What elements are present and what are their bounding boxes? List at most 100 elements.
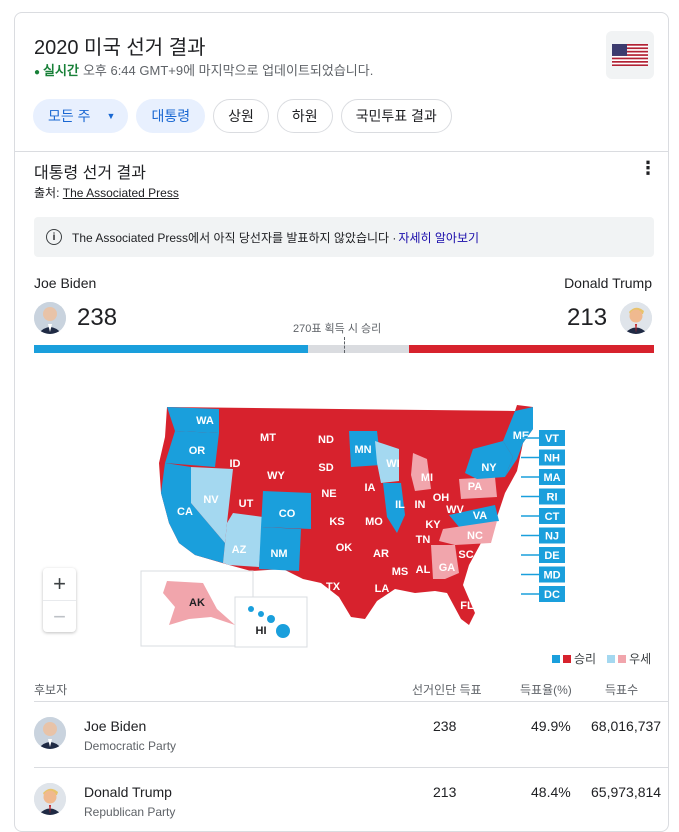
- source-link[interactable]: The Associated Press: [63, 186, 179, 200]
- info-icon: i: [46, 229, 62, 245]
- svg-text:CT: CT: [545, 511, 560, 523]
- small-state-md[interactable]: MD: [521, 566, 565, 583]
- state-label-az: AZ: [232, 544, 247, 556]
- chip-all-states[interactable]: 모든 주 ▼: [33, 99, 129, 133]
- zoom-controls: + −: [43, 568, 76, 632]
- state-label-nm: NM: [270, 548, 287, 560]
- us-election-map[interactable]: WA OR CA CO NM MN IL NY VA MT ID WY UT ND SD NE KS OK TX IA…: [125, 393, 570, 648]
- section-title: 대통령 선거 결과: [34, 165, 146, 182]
- state-label-ga: GA: [439, 562, 456, 574]
- trump-row-electoral: 213: [433, 784, 457, 800]
- legend-dem-won-swatch: [552, 654, 560, 663]
- state-label-co: CO: [279, 508, 296, 520]
- chip-ballot-measures[interactable]: 국민투표 결과: [340, 99, 452, 133]
- trump-row-name: Donald Trump: [84, 784, 172, 800]
- state-label-ok: OK: [336, 542, 353, 554]
- state-label-in: IN: [415, 499, 426, 511]
- election-card: 2020 미국 선거 결과 ● 실시간 오후 6:44 GMT+9에 마지막으로 업…: [14, 12, 669, 832]
- us-flag-icon[interactable]: [606, 31, 654, 79]
- biden-popular-pct: 49.9%: [531, 718, 571, 734]
- state-label-nv: NV: [203, 494, 219, 506]
- small-state-nh[interactable]: NH: [521, 449, 565, 466]
- state-label-ca: CA: [177, 506, 193, 518]
- svg-text:DC: DC: [544, 589, 560, 601]
- state-label-ky: KY: [425, 519, 441, 531]
- state-label-mi: MI: [421, 472, 433, 484]
- filter-chips: 모든 주 ▼ 대통령 상원 하원 국민투표 결과: [33, 99, 452, 133]
- table-divider: [34, 701, 668, 702]
- trump-popular-votes: 65,973,814: [591, 784, 662, 800]
- state-label-il: IL: [395, 499, 405, 511]
- dropdown-arrow-icon: ▼: [106, 111, 116, 121]
- chip-house[interactable]: 하원: [276, 99, 333, 133]
- state-label-ms: MS: [392, 566, 409, 578]
- svg-text:RI: RI: [547, 492, 558, 504]
- trump-row-avatar: [34, 783, 66, 815]
- divider: [15, 151, 668, 152]
- small-state-ct[interactable]: CT: [521, 508, 565, 524]
- threshold-text: 270표 획득 시 승리: [293, 323, 382, 335]
- legend-dem-lead-swatch: [607, 654, 616, 663]
- source-line: 출처: The Associated Press: [34, 184, 179, 201]
- biden-row-electoral: 238: [433, 718, 457, 734]
- learn-more-link[interactable]: 자세히 알아보기: [398, 229, 479, 246]
- state-label-va: VA: [473, 510, 488, 522]
- small-state-de[interactable]: DE: [521, 547, 565, 563]
- source-label: 출처:: [34, 186, 60, 200]
- state-label-la: LA: [375, 583, 390, 595]
- electoral-progress-bar: [34, 337, 654, 353]
- live-status: ● 실시간 오후 6:44 GMT+9에 마지막으로 업데이트되었습니다.: [34, 60, 373, 79]
- trump-avatar: [620, 302, 652, 334]
- state-label-wv: WV: [446, 504, 464, 516]
- svg-text:VT: VT: [545, 433, 559, 445]
- header-pct: 득표율(%): [520, 683, 572, 697]
- state-label-or: OR: [189, 445, 206, 457]
- chip-senate[interactable]: 상원: [213, 99, 269, 133]
- biden-avatar: [34, 302, 66, 334]
- chip-all-states-label: 모든 주: [48, 108, 91, 124]
- more-options-icon[interactable]: ⋮: [639, 159, 657, 177]
- state-label-id: ID: [230, 458, 241, 470]
- state-label-nd: ND: [318, 434, 334, 446]
- state-label-ne: NE: [321, 488, 336, 500]
- svg-text:DE: DE: [544, 550, 559, 562]
- state-label-oh: OH: [433, 492, 450, 504]
- header-candidate: 후보자: [34, 683, 68, 697]
- small-state-nj[interactable]: NJ: [521, 527, 565, 544]
- state-label-ut: UT: [239, 498, 254, 510]
- state-label-ny: NY: [481, 462, 497, 474]
- zoom-in-button[interactable]: +: [43, 568, 76, 600]
- trump-electoral-count: 213: [567, 304, 608, 331]
- small-state-ma[interactable]: MA: [521, 469, 565, 485]
- state-label-ks: KS: [329, 516, 344, 528]
- state-label-ak: AK: [189, 597, 205, 609]
- zoom-out-button[interactable]: −: [43, 600, 76, 633]
- small-state-ri[interactable]: RI: [521, 488, 565, 505]
- state-label-al: AL: [416, 564, 431, 576]
- live-label: 실시간: [43, 63, 79, 78]
- state-label-me: ME: [513, 430, 530, 442]
- state-az[interactable]: [223, 513, 263, 567]
- state-label-pa: PA: [468, 481, 483, 493]
- updated-text: 오후 6:44 GMT+9에 마지막으로 업데이트되었습니다.: [82, 63, 374, 78]
- svg-text:NJ: NJ: [545, 531, 559, 543]
- svg-text:MA: MA: [543, 472, 560, 484]
- legend-rep-won-swatch: [563, 654, 571, 663]
- biden-row-avatar: [34, 717, 66, 749]
- state-label-wy: WY: [267, 470, 285, 482]
- trump-popular-pct: 48.4%: [531, 784, 571, 800]
- chip-president[interactable]: 대통령: [136, 99, 206, 133]
- state-label-fl: FL: [460, 600, 474, 612]
- map-legend: 승리 우세: [552, 650, 651, 667]
- row-divider: [34, 767, 668, 768]
- state-label-sc: SC: [458, 549, 473, 561]
- trump-name: Donald Trump: [564, 275, 652, 291]
- biden-popular-votes: 68,016,737: [591, 718, 662, 734]
- state-label-nc: NC: [467, 530, 483, 542]
- trump-progress: [408, 345, 654, 353]
- legend-leading-label: 우세: [629, 652, 652, 666]
- biden-electoral-count: 238: [77, 304, 118, 331]
- small-state-dc[interactable]: DC: [521, 586, 565, 602]
- page-title: 2020 미국 선거 결과: [34, 37, 206, 59]
- table-header: 후보자 선거인단 득표 득표율(%) 득표수: [15, 681, 668, 701]
